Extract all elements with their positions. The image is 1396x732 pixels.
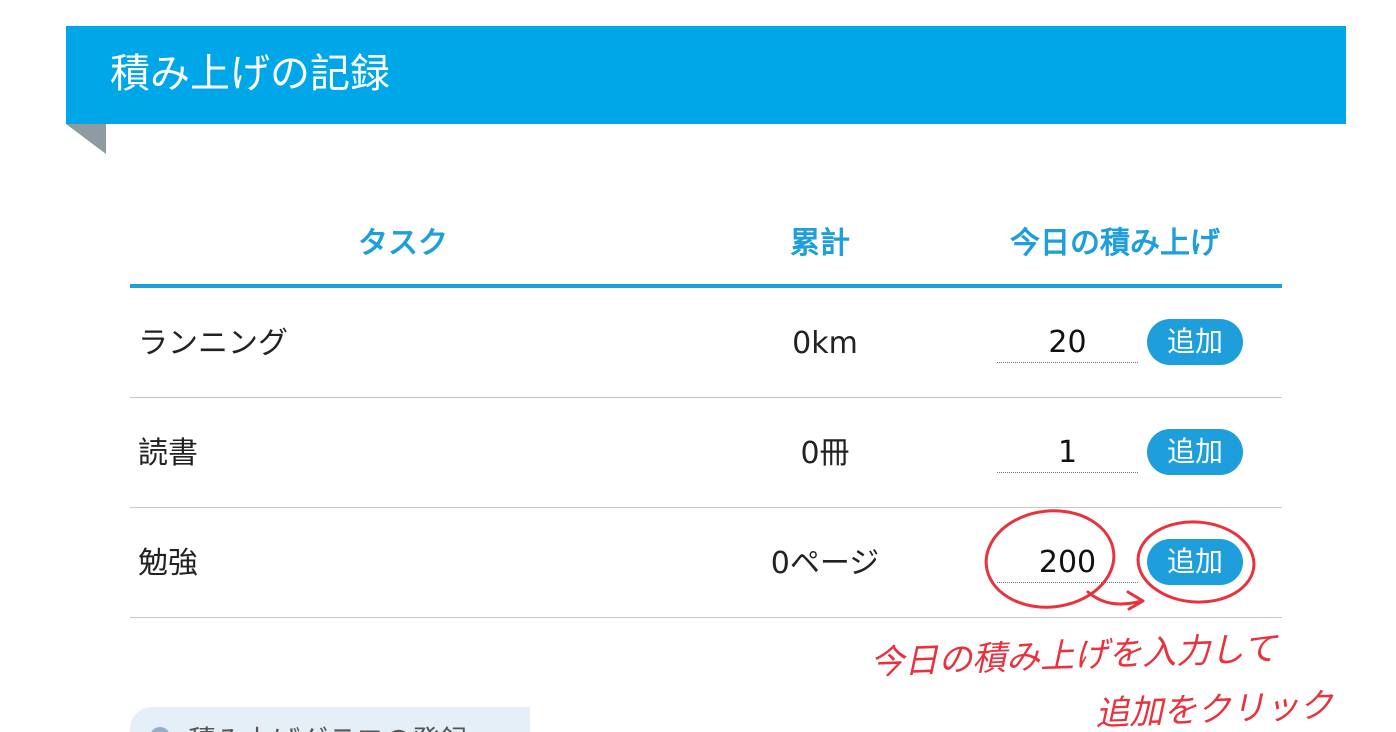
- banner-ribbon-fold: [66, 124, 106, 154]
- section-heading-text: 積み上げグラフの登録: [188, 723, 468, 732]
- today-amount-input[interactable]: [997, 542, 1138, 583]
- table-header: タスク 累計 今日の積み上げ: [130, 200, 1282, 288]
- add-button[interactable]: 追加: [1147, 539, 1243, 585]
- page-title: 積み上げの記録: [110, 51, 390, 97]
- column-header-total: 累計: [790, 226, 850, 261]
- table-row: 勉強 0ページ 追加: [130, 508, 1282, 618]
- task-total: 0km: [792, 326, 858, 361]
- task-name: 読書: [138, 436, 198, 471]
- task-total: 0冊: [800, 436, 850, 471]
- task-name: 勉強: [138, 546, 198, 581]
- task-total: 0ページ: [770, 546, 880, 581]
- today-amount-input[interactable]: [997, 322, 1138, 363]
- add-button[interactable]: 追加: [1147, 429, 1243, 475]
- today-amount-input[interactable]: [997, 432, 1138, 473]
- annotation-note-line1: 今日の積み上げを入力して: [869, 628, 1278, 684]
- column-header-task: タスク: [358, 226, 448, 261]
- table-row: 読書 0冊 追加: [130, 398, 1282, 508]
- page: 積み上げの記録 タスク 累計 今日の積み上げ ランニング 0km 追加 読書 0…: [0, 0, 1396, 732]
- page-header-banner: 積み上げの記録: [66, 26, 1346, 124]
- section-heading-partial: 積み上げグラフの登録: [130, 707, 530, 732]
- section-bullet-icon: [150, 727, 170, 732]
- table-row: ランニング 0km 追加: [130, 288, 1282, 398]
- records-table: タスク 累計 今日の積み上げ ランニング 0km 追加 読書 0冊 追加 勉強 …: [130, 200, 1282, 618]
- annotation-note-line2: 追加をクリック: [1094, 685, 1334, 732]
- add-button[interactable]: 追加: [1147, 319, 1243, 365]
- column-header-today: 今日の積み上げ: [1010, 226, 1220, 261]
- task-name: ランニング: [138, 326, 288, 361]
